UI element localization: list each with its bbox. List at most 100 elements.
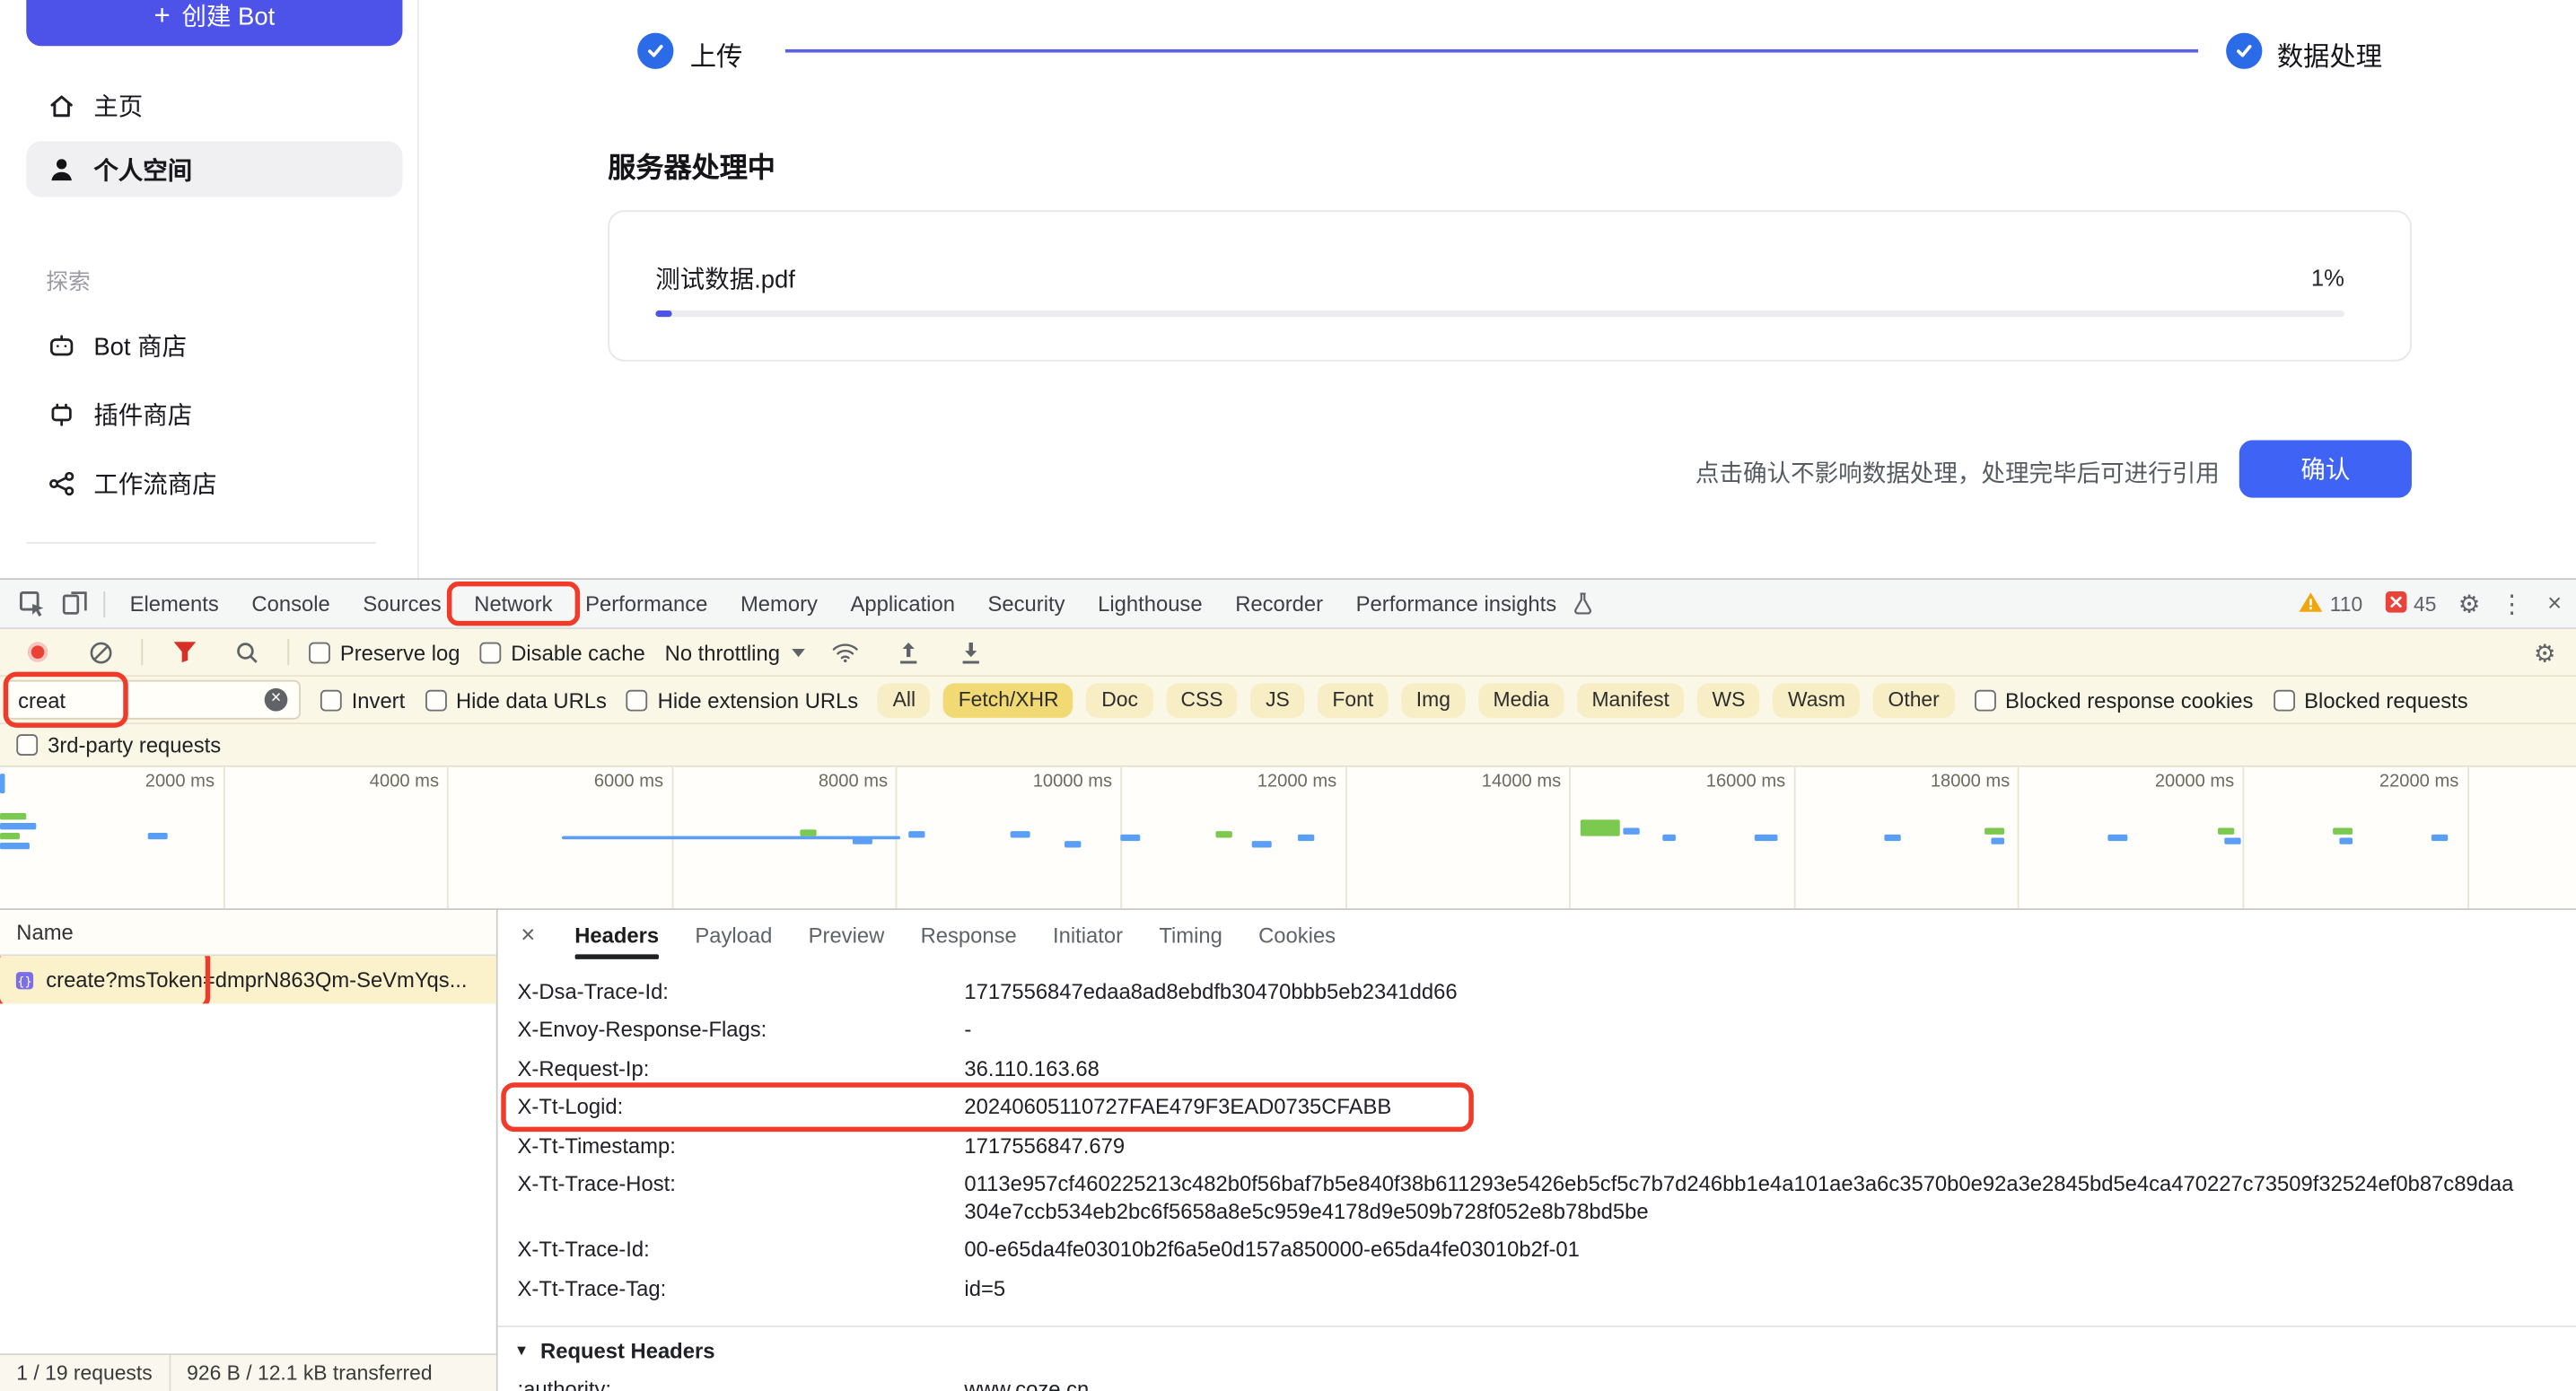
sidebar-item-home[interactable]: 主页 [26, 77, 402, 133]
close-details-icon[interactable]: × [521, 921, 535, 949]
network-settings-gear-icon[interactable]: ⚙ [2523, 633, 2566, 676]
filter-pill-doc[interactable]: Doc [1087, 683, 1153, 717]
filter-pill-fetch-xhr[interactable]: Fetch/XHR [943, 683, 1073, 717]
preserve-log-toggle[interactable]: Preserve log [309, 640, 460, 664]
timeline-bar [1215, 831, 1231, 837]
timeline-bar [2431, 835, 2448, 841]
header-value: 36.110.163.68 [964, 1055, 2517, 1082]
header-value: 1717556847edaa8ad8ebdfb30470bbb5eb2341dd… [964, 978, 2517, 1005]
details-tab-response[interactable]: Response [921, 923, 1017, 947]
export-har-icon[interactable] [887, 631, 930, 674]
device-toolbar-icon[interactable] [53, 582, 96, 626]
disable-cache-toggle[interactable]: Disable cache [479, 640, 644, 664]
request-row[interactable]: {} create?msToken=dmprN863Qm-SeVmYqs... [0, 956, 496, 1003]
hide-extension-urls-checkbox[interactable] [626, 689, 648, 711]
devtools-tab-console[interactable]: Console [235, 579, 346, 628]
devtools-close-icon[interactable]: × [2533, 582, 2576, 626]
warning-count[interactable]: 110 [2287, 591, 2374, 617]
disable-cache-checkbox[interactable] [479, 642, 501, 663]
clear-icon[interactable] [79, 631, 122, 674]
import-har-icon[interactable] [949, 631, 992, 674]
step1-label: 上传 [690, 34, 743, 74]
devtools-tab-recorder[interactable]: Recorder [1219, 579, 1339, 628]
blocked-requests-checkbox[interactable] [2273, 689, 2294, 711]
filter-pill-all[interactable]: All [878, 683, 930, 717]
filter-pill-css[interactable]: CSS [1166, 683, 1238, 717]
details-tab-headers[interactable]: Headers [574, 923, 659, 947]
request-headers-section[interactable]: ▼ Request Headers [498, 1325, 2576, 1370]
create-bot-button[interactable]: + 创建 Bot [26, 0, 402, 46]
blocked-response-cookies-checkbox[interactable] [1974, 689, 1995, 711]
details-tab-preview[interactable]: Preview [809, 923, 885, 947]
requests-name-header[interactable]: Name [0, 910, 496, 956]
devtools-tab-sources[interactable]: Sources [346, 579, 458, 628]
kebab-menu-icon[interactable]: ⋮ [2491, 582, 2534, 626]
third-party-requests-toggle[interactable]: 3rd-party requests [16, 732, 221, 757]
search-icon[interactable] [225, 631, 268, 674]
inspect-icon[interactable] [10, 582, 53, 626]
filter-funnel-icon[interactable] [162, 631, 206, 674]
filter-pill-media[interactable]: Media [1478, 683, 1564, 717]
error-icon [2386, 591, 2407, 617]
blocked-requests-toggle[interactable]: Blocked requests [2273, 687, 2467, 712]
blocked-response-cookies-toggle[interactable]: Blocked response cookies [1974, 687, 2253, 712]
sidebar-item-plugin-store[interactable]: 插件商店 [26, 386, 402, 442]
create-bot-label: 创建 Bot [181, 0, 275, 32]
clear-filter-icon[interactable]: × [265, 688, 288, 712]
timeline-bar [148, 833, 168, 839]
progress-percent: 1% [2311, 265, 2344, 291]
invert-label: Invert [352, 687, 406, 712]
devtools-tab-application[interactable]: Application [834, 579, 971, 628]
devtools-tab-lighthouse[interactable]: Lighthouse [1082, 579, 1219, 628]
filter-pill-js[interactable]: JS [1251, 683, 1305, 717]
network-conditions-icon[interactable] [824, 631, 867, 674]
invert-toggle[interactable]: Invert [320, 687, 405, 712]
timeline-bar [0, 823, 36, 829]
devtools-tab-elements[interactable]: Elements [113, 579, 235, 628]
timeline-column: 4000 ms [224, 767, 449, 908]
sidebar-item-bot-store[interactable]: Bot 商店 [26, 317, 402, 372]
throttling-dropdown[interactable]: No throttling [665, 640, 805, 664]
hide-data-urls-label: Hide data URLs [456, 687, 607, 712]
settings-gear-icon[interactable]: ⚙ [2448, 582, 2491, 626]
filter-pill-font[interactable]: Font [1318, 683, 1389, 717]
header-name: :authority: [518, 1377, 965, 1391]
personal-space-label: 个人空间 [93, 152, 192, 186]
sidebar-item-personal-space[interactable]: 个人空间 [26, 141, 402, 197]
filter-input[interactable]: creat × [4, 680, 300, 720]
filter-pill-other[interactable]: Other [1873, 683, 1954, 717]
devtools-tab-memory[interactable]: Memory [724, 579, 835, 628]
devtools-tab-network[interactable]: Network [458, 579, 569, 628]
hide-data-urls-checkbox[interactable] [425, 689, 446, 711]
devtools-tab-performance[interactable]: Performance [569, 579, 724, 628]
invert-checkbox[interactable] [320, 689, 342, 711]
filter-pill-img[interactable]: Img [1401, 683, 1465, 717]
hide-extension-urls-toggle[interactable]: Hide extension URLs [626, 687, 858, 712]
timeline-bar [1120, 835, 1140, 841]
details-tab-cookies[interactable]: Cookies [1258, 923, 1336, 947]
details-tab-payload[interactable]: Payload [695, 923, 772, 947]
home-label: 主页 [93, 88, 143, 122]
record-icon[interactable] [16, 631, 59, 674]
devtools-tab-security[interactable]: Security [971, 579, 1082, 628]
confirm-button[interactable]: 确认 [2239, 441, 2412, 498]
details-tab-initiator[interactable]: Initiator [1053, 923, 1123, 947]
preserve-log-checkbox[interactable] [309, 642, 330, 663]
error-count[interactable]: 45 [2374, 591, 2448, 617]
sidebar-item-workflow-store[interactable]: 工作流商店 [26, 455, 402, 511]
hide-data-urls-toggle[interactable]: Hide data URLs [425, 687, 607, 712]
filter-pill-ws[interactable]: WS [1697, 683, 1760, 717]
filter-pill-wasm[interactable]: Wasm [1773, 683, 1860, 717]
timeline-bar [2218, 827, 2234, 834]
timeline-bar [1755, 835, 1778, 841]
devtools-tab-performance-insights[interactable]: Performance insights [1339, 579, 1610, 628]
filter-pill-manifest[interactable]: Manifest [1577, 683, 1684, 717]
third-party-requests-checkbox[interactable] [16, 734, 38, 756]
step1-check-icon [637, 33, 673, 69]
details-tab-timing[interactable]: Timing [1159, 923, 1222, 947]
network-overview-timeline[interactable]: 2000 ms4000 ms6000 ms8000 ms10000 ms1200… [0, 767, 2576, 910]
timeline-bar [1623, 827, 1639, 834]
filter-pills: All Fetch/XHR Doc CSS JS Font Img Media … [878, 683, 1954, 717]
devtools-panel: Elements Console Sources Network Perform… [0, 578, 2576, 1391]
warning-icon [2299, 591, 2323, 617]
